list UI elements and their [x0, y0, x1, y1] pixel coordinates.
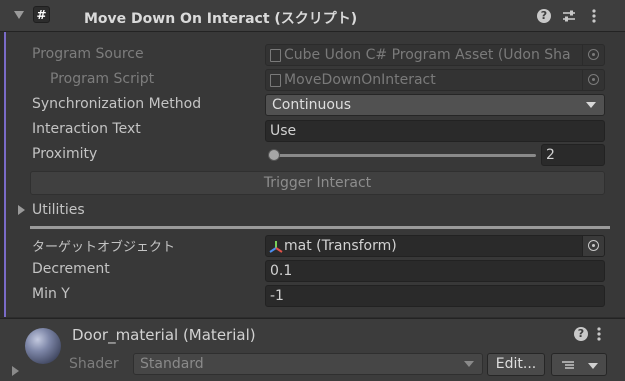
- shader-dropdown[interactable]: Standard: [133, 353, 483, 375]
- foldout-arrow-icon[interactable]: [18, 205, 25, 215]
- proximity-slider-track[interactable]: [268, 154, 536, 157]
- component-title: Move Down On Interact (スクリプト): [84, 11, 358, 27]
- component-header: # Move Down On Interact (スクリプト) ?: [0, 0, 625, 32]
- interaction-text-input[interactable]: Use: [265, 120, 605, 142]
- component-enabled-checkbox[interactable]: #: [33, 6, 50, 23]
- proximity-input[interactable]: 2: [541, 144, 605, 166]
- decrement-input[interactable]: 0.1: [265, 260, 605, 282]
- utilities-foldout[interactable]: Utilities: [32, 202, 85, 218]
- script-file-icon: [270, 74, 281, 87]
- sync-method-dropdown[interactable]: Continuous: [265, 94, 605, 116]
- udon-script-icon: #: [36, 8, 46, 22]
- material-preview-sphere: [25, 328, 61, 364]
- program-source-field[interactable]: Cube Udon C# Program Asset (Udon Sha: [265, 44, 605, 66]
- trigger-interact-button[interactable]: Trigger Interact: [30, 171, 605, 195]
- section-divider: [30, 226, 610, 229]
- target-object-field[interactable]: mat (Transform): [265, 235, 605, 257]
- edit-shader-button[interactable]: Edit...: [487, 353, 545, 376]
- foldout-arrow-icon[interactable]: [12, 366, 19, 376]
- help-icon[interactable]: ?: [537, 9, 551, 23]
- material-name: Door_material (Material): [72, 326, 256, 344]
- chevron-down-icon: [588, 363, 598, 369]
- sync-method-label: Synchronization Method: [32, 96, 202, 112]
- chevron-down-icon: [464, 361, 474, 367]
- proximity-slider-handle[interactable]: [268, 149, 280, 161]
- proximity-label: Proximity: [32, 146, 98, 162]
- context-menu-icon[interactable]: [596, 326, 602, 342]
- target-object-label: ターゲットオブジェクト: [32, 240, 176, 255]
- object-picker-icon[interactable]: [582, 45, 604, 65]
- shader-options-button[interactable]: [551, 353, 607, 376]
- object-picker-icon[interactable]: [582, 70, 604, 90]
- shader-label: Shader: [69, 356, 119, 372]
- interaction-text-label: Interaction Text: [32, 121, 141, 137]
- svg-text:#: #: [36, 8, 46, 22]
- chevron-down-icon: [586, 102, 596, 108]
- context-menu-icon[interactable]: [591, 8, 597, 24]
- min-y-input[interactable]: -1: [265, 285, 605, 307]
- min-y-label: Min Y: [32, 286, 70, 302]
- udon-asset-icon: [270, 49, 281, 62]
- foldout-arrow-icon[interactable]: [14, 11, 24, 19]
- list-icon: [562, 361, 574, 369]
- help-icon[interactable]: ?: [574, 327, 588, 341]
- program-source-label: Program Source: [32, 46, 144, 62]
- transform-icon: [269, 241, 283, 253]
- program-script-label: Program Script: [50, 71, 155, 87]
- presets-icon[interactable]: [561, 8, 577, 24]
- decrement-label: Decrement: [32, 261, 110, 277]
- program-script-field[interactable]: MoveDownOnInteract: [265, 69, 605, 91]
- object-picker-icon[interactable]: [582, 236, 604, 256]
